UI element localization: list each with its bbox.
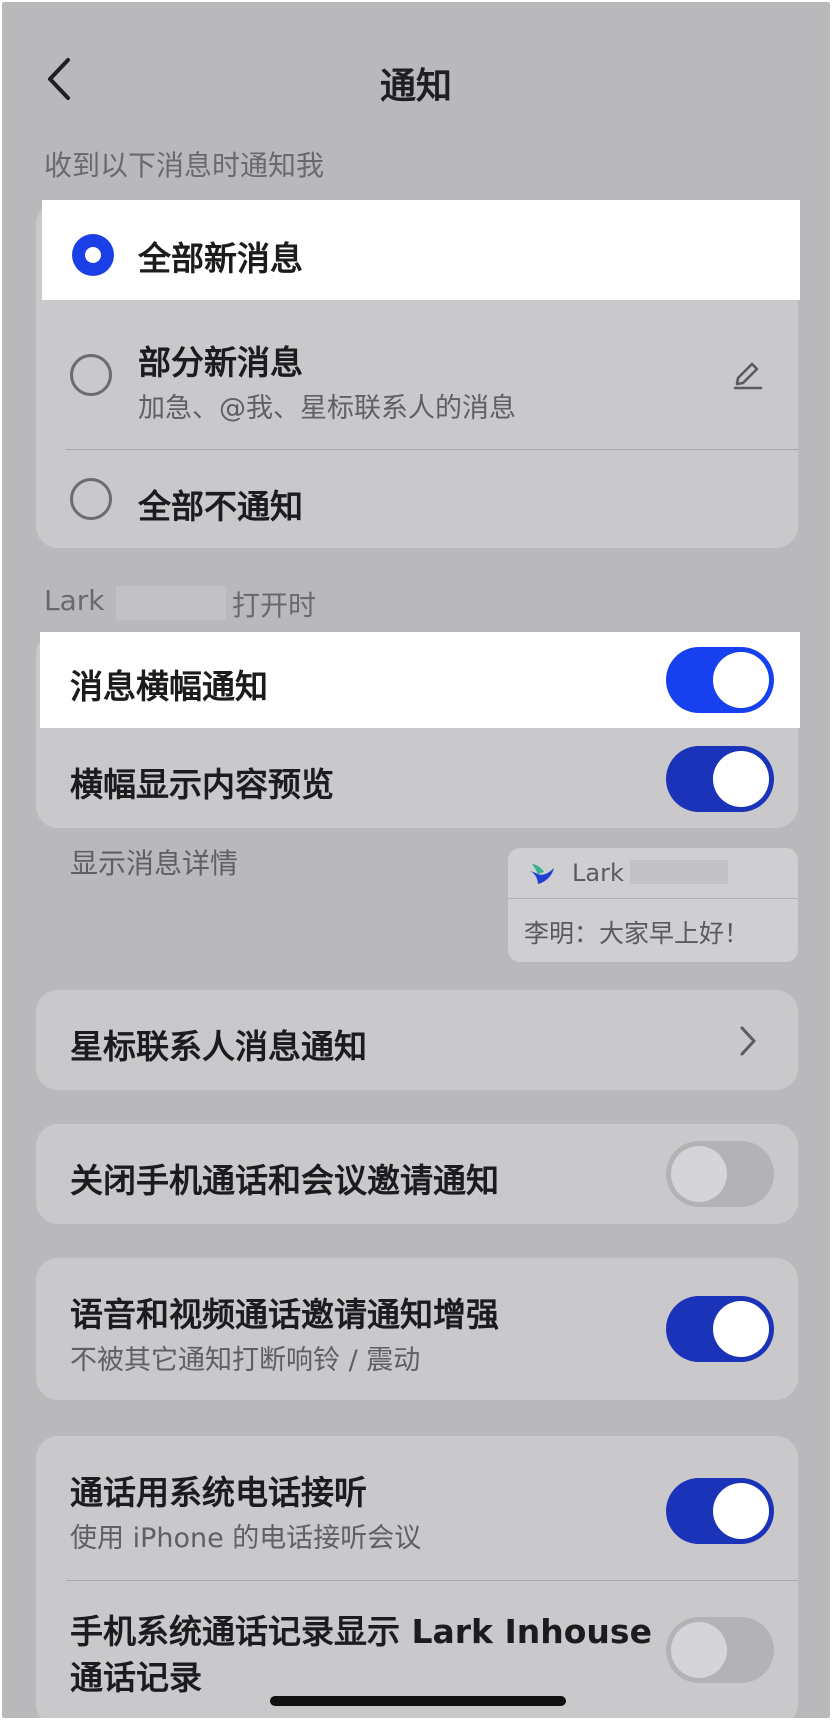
pencil-icon[interactable]: [730, 356, 764, 390]
row-sub: 不被其它通知打断响铃 / 震动: [70, 1345, 421, 1376]
system-log-toggle[interactable]: [666, 1617, 774, 1683]
system-call-card: 通话用系统电话接听 使用 iPhone 的电话接听会议 手机系统通话记录显示 L…: [36, 1436, 798, 1718]
page-title: 通知: [379, 66, 452, 107]
option-sub: 加急、@我、星标联系人的消息: [138, 393, 516, 424]
row-label: 横幅显示内容预览: [70, 765, 334, 804]
toggle-knob: [713, 652, 769, 708]
toggle-knob: [713, 1301, 769, 1357]
toggle-knob: [713, 751, 769, 807]
redacted-block: [116, 586, 226, 620]
row-voice-video-enhance[interactable]: 语音和视频通话邀请通知增强 不被其它通知打断响铃 / 震动: [36, 1258, 798, 1400]
row-close-call-invites[interactable]: 关闭手机通话和会议邀请通知: [36, 1124, 798, 1224]
option-label: 全部新消息: [138, 239, 303, 278]
row-label: 关闭手机通话和会议邀请通知: [70, 1161, 499, 1200]
lark-logo-icon: [526, 860, 556, 886]
row-label: 手机系统通话记录显示 Lark Inhouse: [70, 1612, 652, 1651]
row-starred-contacts[interactable]: 星标联系人消息通知: [36, 990, 798, 1090]
system-answer-toggle[interactable]: [666, 1478, 774, 1544]
redacted-block: [630, 860, 728, 884]
option-all-new-messages[interactable]: 全部新消息: [42, 200, 800, 300]
close-call-toggle[interactable]: [666, 1141, 774, 1207]
row-label: 语音和视频通话邀请通知增强: [70, 1295, 499, 1334]
detail-label: 显示消息详情: [70, 847, 239, 880]
toggle-knob: [671, 1146, 727, 1202]
open-section-label: Lark: [44, 584, 104, 617]
preview-app-name: Lark: [572, 859, 624, 887]
divider: [508, 898, 798, 899]
row-label-line2: 通话记录: [70, 1658, 202, 1697]
option-label: 部分新消息: [138, 343, 303, 382]
option-some-new-messages[interactable]: 部分新消息 加急、@我、星标联系人的消息: [36, 302, 798, 448]
radio-unselected[interactable]: [70, 354, 112, 396]
row-system-phone-answer[interactable]: 通话用系统电话接听 使用 iPhone 的电话接听会议: [36, 1436, 798, 1580]
toggle-knob: [671, 1622, 727, 1678]
row-label: 星标联系人消息通知: [70, 1027, 367, 1066]
preview-toggle[interactable]: [666, 746, 774, 812]
open-section-label-suffix: 打开时: [232, 589, 317, 622]
preview-message: 李明：大家早上好！: [524, 919, 750, 948]
row-message-banner[interactable]: 消息横幅通知: [40, 632, 800, 728]
row-label: 通话用系统电话接听: [70, 1473, 367, 1512]
row-label: 消息横幅通知: [70, 667, 268, 706]
notify-section-label: 收到以下消息时通知我: [44, 149, 325, 182]
radio-unselected[interactable]: [70, 478, 112, 520]
screen: 通知 收到以下消息时通知我 全部新消息 部分新消息 加急、@我、星标联系人的消息…: [2, 2, 830, 1718]
app-name-text: Lark: [44, 584, 105, 617]
notification-preview: Lark 李明：大家早上好！: [508, 848, 798, 962]
home-indicator: [270, 1696, 566, 1706]
row-sub: 使用 iPhone 的电话接听会议: [70, 1523, 422, 1554]
banner-toggle[interactable]: [666, 647, 774, 713]
option-no-notifications[interactable]: 全部不通知: [36, 450, 798, 548]
voice-video-toggle[interactable]: [666, 1296, 774, 1362]
row-banner-preview[interactable]: 横幅显示内容预览: [36, 730, 798, 828]
option-label: 全部不通知: [138, 487, 303, 526]
radio-selected[interactable]: [72, 234, 114, 276]
toggle-knob: [713, 1483, 769, 1539]
chevron-right-icon: [736, 1022, 760, 1060]
